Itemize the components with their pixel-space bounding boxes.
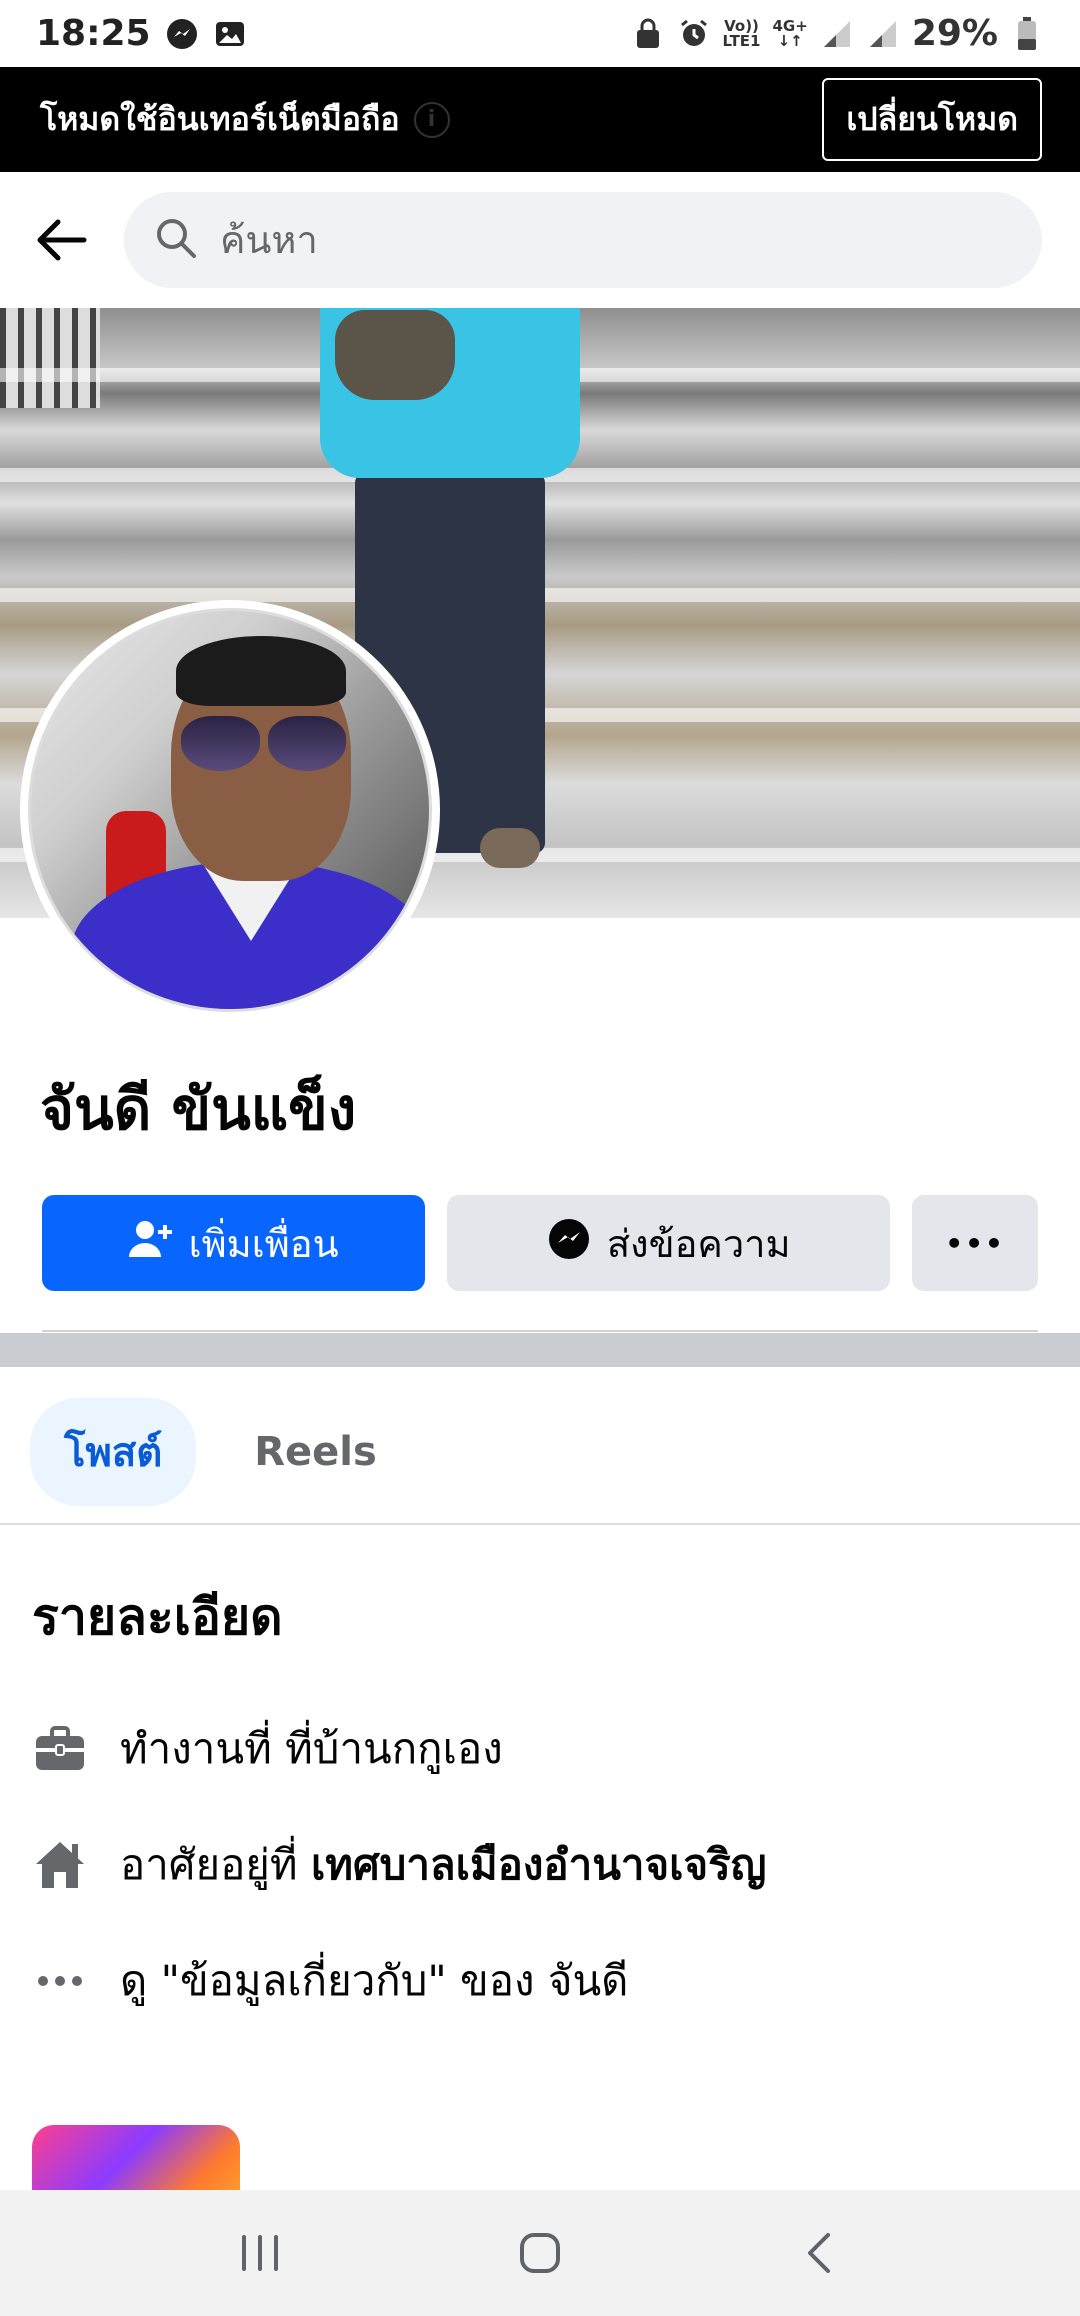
more-options-button[interactable]: ••• <box>912 1195 1038 1291</box>
battery-percent: 29% <box>911 13 998 54</box>
detail-work: ทำงานที่ ที่บ้านกกูเอง <box>32 1716 503 1782</box>
profile-name: จันดี ขันแข็ง <box>40 1075 357 1143</box>
add-friend-button[interactable]: เพิ่มเพื่อน <box>42 1195 426 1291</box>
profile-actions: เพิ่มเพื่อน ส่งข้อความ ••• <box>42 1195 1038 1291</box>
alarm-icon <box>677 17 711 51</box>
messenger-icon <box>165 17 199 51</box>
lives-text: อาศัยอยู่ที่ เทศบาลเมืองอำนาจเจริญ <box>120 1832 766 1898</box>
lock-notification-icon <box>631 17 665 51</box>
cover-figure-shoe <box>480 828 540 868</box>
data-arrows: ↓↑ <box>777 31 803 50</box>
section-divider <box>0 1333 1080 1367</box>
more-dots-icon <box>32 1953 88 2009</box>
details-title: รายละเอียด <box>32 1588 283 1646</box>
profile-tabs: โพสต์ Reels <box>30 1398 411 1506</box>
lives-place[interactable]: เทศบาลเมืองอำนาจเจริญ <box>311 1840 766 1889</box>
add-friend-label: เพิ่มเพื่อน <box>188 1221 339 1266</box>
tabs-divider <box>0 1523 1080 1525</box>
banner-text: โหมดใช้อินเทอร์เน็ตมือถือ <box>40 100 400 138</box>
signal-icon <box>820 17 854 51</box>
divider-line <box>42 1330 1038 1332</box>
data-mode-banner: โหมดใช้อินเทอร์เน็ตมือถือ i เปลี่ยนโหมด <box>0 67 1080 172</box>
tab-reels[interactable]: Reels <box>220 1407 411 1497</box>
info-icon[interactable]: i <box>413 101 450 138</box>
recent-apps-icon[interactable] <box>220 2213 300 2293</box>
avatar-hair <box>176 636 346 706</box>
profile-picture[interactable] <box>20 600 440 1020</box>
about-link[interactable]: ดู "ข้อมูลเกี่ยวกับ" ของ จันดี <box>120 1948 628 2014</box>
status-left: 18:25 <box>36 13 247 54</box>
banner-text-group: โหมดใช้อินเทอร์เน็ตมือถือ i <box>40 94 450 145</box>
avatar-sunglasses <box>181 716 346 771</box>
message-button[interactable]: ส่งข้อความ <box>447 1195 891 1291</box>
cover-figure-bag <box>335 310 455 400</box>
message-label: ส่งข้อความ <box>606 1221 791 1266</box>
messenger-icon <box>547 1217 591 1270</box>
briefcase-icon <box>32 1721 88 1777</box>
clock: 18:25 <box>36 13 151 54</box>
back-arrow-icon[interactable] <box>30 208 94 272</box>
work-text: ทำงานที่ ที่บ้านกกูเอง <box>120 1724 503 1773</box>
home-icon <box>32 1837 88 1893</box>
detail-lives: อาศัยอยู่ที่ เทศบาลเมืองอำนาจเจริญ <box>32 1832 766 1898</box>
back-button-icon[interactable] <box>780 2213 860 2293</box>
search-icon <box>154 216 198 264</box>
search-box[interactable] <box>124 192 1042 288</box>
lte-label: LTE1 <box>722 31 761 50</box>
search-input[interactable] <box>220 218 1012 262</box>
more-dots-icon: ••• <box>945 1226 1005 1260</box>
switch-mode-button[interactable]: เปลี่ยนโหมด <box>822 78 1042 161</box>
home-button-icon[interactable] <box>500 2213 580 2293</box>
cover-railing <box>0 308 100 408</box>
avatar-image <box>28 608 432 1012</box>
battery-icon <box>1010 16 1044 51</box>
tab-posts[interactable]: โพสต์ <box>30 1398 197 1506</box>
search-header <box>0 172 1080 308</box>
system-nav-bar <box>0 2190 1080 2316</box>
detail-about[interactable]: ดู "ข้อมูลเกี่ยวกับ" ของ จันดี <box>32 1948 628 2014</box>
data-indicator: 4G+ ↓↑ <box>773 18 808 50</box>
add-friend-icon <box>128 1219 173 1268</box>
status-right: Vo)) LTE1 4G+ ↓↑ 29% <box>631 13 1045 54</box>
gallery-icon <box>213 17 247 51</box>
volte-indicator: Vo)) LTE1 <box>722 18 761 50</box>
signal-icon-2 <box>866 17 900 51</box>
lives-prefix: อาศัยอยู่ที่ <box>120 1840 311 1889</box>
status-bar: 18:25 Vo)) LTE1 4G+ ↓↑ 29% <box>0 0 1080 67</box>
